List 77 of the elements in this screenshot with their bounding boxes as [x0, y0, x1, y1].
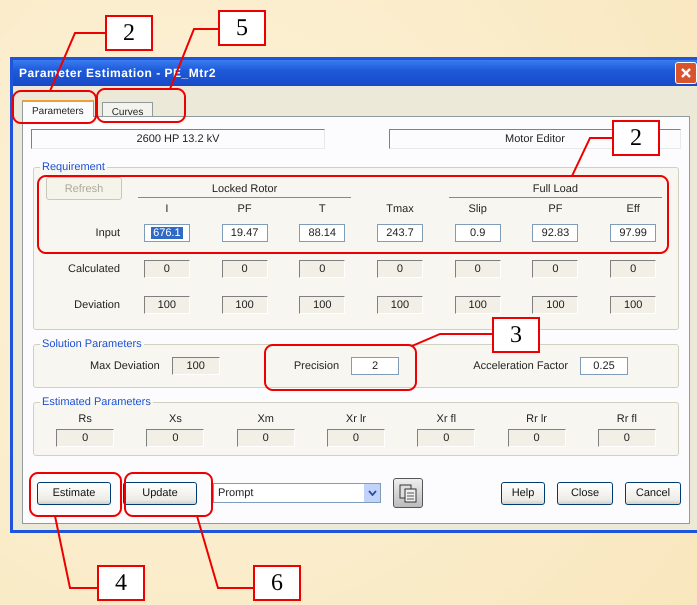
input-field[interactable]: 0.25: [580, 357, 628, 375]
row-label: Deviation: [74, 299, 120, 311]
readout-field: 100: [299, 296, 346, 314]
dropdown[interactable]: Prompt: [213, 483, 381, 503]
action-button[interactable]: Update: [123, 482, 197, 504]
callout-number: 3: [492, 317, 540, 353]
callout-number: 4: [97, 565, 145, 601]
group-header: Locked Rotor: [138, 183, 352, 198]
column-header: Xr lr: [346, 413, 366, 425]
action-button[interactable]: Estimate: [37, 482, 111, 504]
callout-number: 2: [105, 15, 153, 51]
column-header: Tmax: [386, 203, 414, 215]
close-icon: [680, 67, 692, 79]
input-field[interactable]: 0.9: [454, 224, 501, 242]
readout-field: 0: [417, 429, 476, 447]
input-field[interactable]: 97.99: [610, 224, 656, 242]
input-field[interactable]: 88.14: [299, 224, 346, 242]
readout-field: 100: [172, 357, 220, 375]
readout-field: 0: [508, 429, 566, 447]
readout-field: 100: [144, 296, 190, 314]
input-field[interactable]: 92.83: [532, 224, 578, 242]
readout-field: 0: [222, 260, 268, 278]
group-title: Estimated Parameters: [41, 396, 152, 408]
field-label: Acceleration Factor: [473, 360, 568, 372]
callout-number: 6: [253, 565, 301, 601]
column-header: Xs: [169, 413, 182, 425]
field-label: Precision: [294, 360, 340, 372]
readout-field: 100: [610, 296, 656, 314]
readout-field: 0: [236, 429, 295, 447]
leader-line: [571, 137, 612, 176]
column-header: PF: [238, 203, 252, 215]
readout-field: 0: [610, 260, 656, 278]
input-field[interactable]: 676.1: [144, 224, 190, 242]
close-button[interactable]: [675, 62, 697, 84]
column-header: Xr fl: [436, 413, 456, 425]
column-header: T: [318, 203, 326, 215]
tab[interactable]: Curves: [102, 102, 154, 116]
callout-number: 2: [612, 120, 660, 156]
tab[interactable]: Parameters: [22, 100, 94, 117]
column-header: Slip: [468, 203, 487, 215]
column-header: Xm: [257, 413, 274, 425]
readout-field: 100: [532, 296, 578, 314]
readout-field: 0: [326, 429, 385, 447]
readout-field: 0: [454, 260, 501, 278]
input-field[interactable]: 19.47: [222, 224, 268, 242]
column-header: Rr fl: [616, 413, 637, 425]
readout-field: 0: [56, 429, 114, 447]
input-field[interactable]: 243.7: [376, 224, 423, 242]
group-title: Solution Parameters: [41, 338, 143, 350]
column-header: Rs: [78, 413, 92, 425]
readout-field: 0: [146, 429, 204, 447]
readout-field: 0: [299, 260, 346, 278]
dialog-button[interactable]: Close: [557, 482, 613, 504]
row-label: Calculated: [68, 263, 120, 275]
copy-icon: [398, 483, 418, 503]
column-header: I: [165, 203, 168, 215]
readout-field: 0: [598, 429, 656, 447]
group-header: Full Load: [448, 183, 662, 198]
dialog-button[interactable]: Cancel: [625, 482, 681, 504]
group-title: Requirement: [41, 161, 106, 173]
readout-field: 100: [222, 296, 268, 314]
column-header: Rr lr: [526, 413, 547, 425]
copy-button[interactable]: [393, 478, 423, 508]
dialog-button[interactable]: Help: [501, 482, 545, 504]
column-header: Eff: [626, 203, 640, 215]
info-box: 2600 HP 13.2 kV: [31, 129, 325, 149]
readout-field: 100: [376, 296, 423, 314]
chevron-icon: [368, 490, 376, 496]
callout-number: 5: [218, 10, 266, 46]
column-header: PF: [548, 203, 562, 215]
readout-field: 0: [376, 260, 423, 278]
readout-field: 0: [532, 260, 578, 278]
readout-field: 0: [144, 260, 190, 278]
field-label: Max Deviation: [90, 360, 160, 372]
row-label: Input: [96, 227, 120, 239]
input-field[interactable]: 2: [351, 357, 400, 375]
readout-field: 100: [454, 296, 501, 314]
